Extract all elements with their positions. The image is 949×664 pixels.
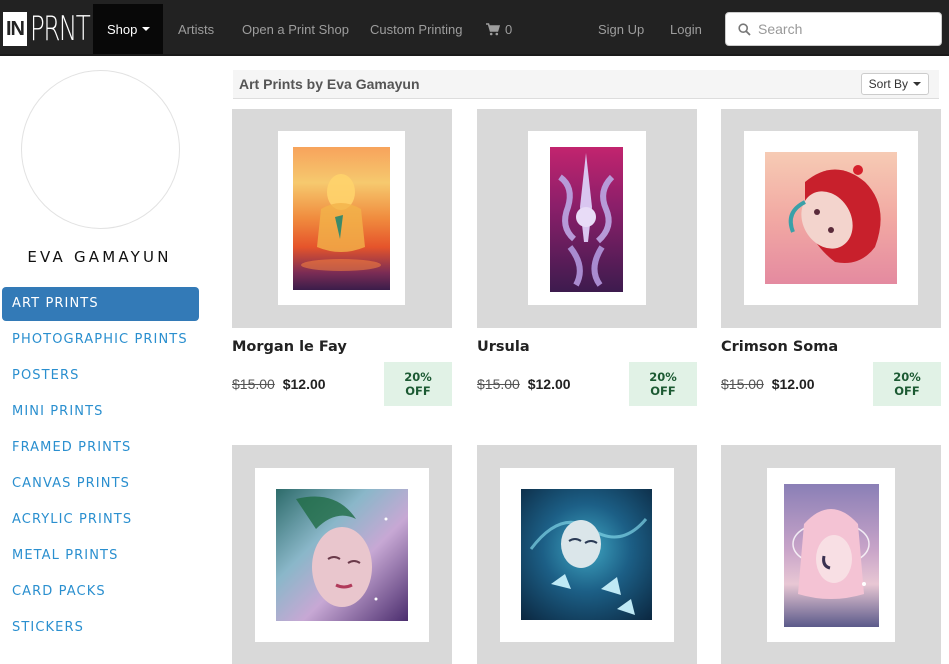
product-card[interactable] [477, 445, 697, 664]
category-list: ART PRINTS PHOTOGRAPHIC PRINTS POSTERS M… [2, 287, 199, 647]
category-metal-prints[interactable]: METAL PRINTS [2, 539, 199, 575]
shop-dropdown-button[interactable]: Shop [93, 4, 163, 54]
discount-percent: 20% [893, 370, 921, 384]
artwork-image [276, 489, 408, 621]
artwork-image [784, 484, 879, 627]
product-price: $15.00 $12.00 [477, 376, 571, 392]
original-price: $15.00 [477, 376, 520, 392]
discount-percent: 20% [404, 370, 432, 384]
product-card[interactable]: Crimson Soma $15.00 $12.00 20% OFF [721, 109, 941, 406]
nav-link-artists[interactable]: Artists [178, 4, 214, 54]
product-thumbnail[interactable] [477, 445, 697, 664]
logo-in-mark: IN [3, 12, 27, 46]
artwork-image [521, 489, 652, 620]
artwork-image [550, 147, 623, 292]
product-thumbnail[interactable] [477, 109, 697, 328]
nav-link-custom-printing[interactable]: Custom Printing [370, 4, 462, 54]
category-art-prints[interactable]: ART PRINTS [2, 287, 199, 321]
nav-link-login[interactable]: Login [670, 4, 702, 54]
category-photographic-prints[interactable]: PHOTOGRAPHIC PRINTS [2, 323, 199, 359]
product-price: $15.00 $12.00 [721, 376, 815, 392]
caret-down-icon [142, 27, 151, 31]
product-title[interactable]: Morgan le Fay [232, 339, 347, 355]
sort-by-dropdown[interactable]: Sort By [860, 73, 929, 95]
search-box[interactable] [725, 12, 942, 46]
discount-badge: 20% OFF [384, 362, 452, 406]
sale-price: $12.00 [282, 376, 326, 392]
category-framed-prints[interactable]: FRAMED PRINTS [2, 431, 199, 467]
category-acrylic-prints[interactable]: ACRYLIC PRINTS [2, 503, 199, 539]
product-title[interactable]: Ursula [477, 339, 530, 355]
category-posters[interactable]: POSTERS [2, 359, 199, 395]
artwork-image [293, 147, 390, 290]
product-price: $15.00 $12.00 [232, 376, 326, 392]
product-card[interactable]: Morgan le Fay $15.00 $12.00 20% OFF [232, 109, 452, 406]
nav-link-sign-up[interactable]: Sign Up [598, 4, 644, 54]
cart-count: 0 [505, 21, 513, 37]
cart-icon [486, 23, 501, 36]
product-thumbnail[interactable] [721, 445, 941, 664]
product-title[interactable]: Crimson Soma [721, 339, 838, 355]
product-thumbnail[interactable] [232, 109, 452, 328]
category-canvas-prints[interactable]: CANVAS PRINTS [2, 467, 199, 503]
category-card-packs[interactable]: CARD PACKS [2, 575, 199, 611]
product-card[interactable] [721, 445, 941, 664]
top-navbar: IN PRNT Shop Artists Open a Print Shop C… [0, 0, 949, 56]
search-icon [738, 22, 751, 36]
artist-avatar [21, 70, 180, 229]
search-input[interactable] [758, 21, 928, 37]
nav-link-open-print-shop[interactable]: Open a Print Shop [242, 4, 349, 54]
product-thumbnail[interactable] [232, 445, 452, 664]
discount-badge: 20% OFF [629, 362, 697, 406]
sale-price: $12.00 [771, 376, 815, 392]
product-card[interactable] [232, 445, 452, 664]
discount-percent: 20% [649, 370, 677, 384]
shop-label: Shop [107, 21, 138, 37]
sort-by-label: Sort By [868, 77, 908, 91]
discount-badge: 20% OFF [873, 362, 941, 406]
discount-off: OFF [650, 384, 676, 398]
section-header: Art Prints by Eva Gamayun Sort By [233, 70, 939, 99]
category-stickers[interactable]: STICKERS [2, 611, 199, 647]
artist-name: EVA GAMAYUN [27, 248, 172, 266]
discount-off: OFF [405, 384, 431, 398]
discount-off: OFF [894, 384, 920, 398]
artwork-image [765, 152, 897, 284]
original-price: $15.00 [232, 376, 275, 392]
category-mini-prints[interactable]: MINI PRINTS [2, 395, 199, 431]
product-card[interactable]: Ursula $15.00 $12.00 20% OFF [477, 109, 697, 406]
product-thumbnail[interactable] [721, 109, 941, 328]
logo-prnt-text: PRNT [30, 9, 91, 49]
caret-down-icon [913, 82, 921, 86]
sale-price: $12.00 [527, 376, 571, 392]
original-price: $15.00 [721, 376, 764, 392]
page-title: Art Prints by Eva Gamayun [239, 76, 420, 92]
cart-link[interactable]: 0 [486, 4, 512, 54]
